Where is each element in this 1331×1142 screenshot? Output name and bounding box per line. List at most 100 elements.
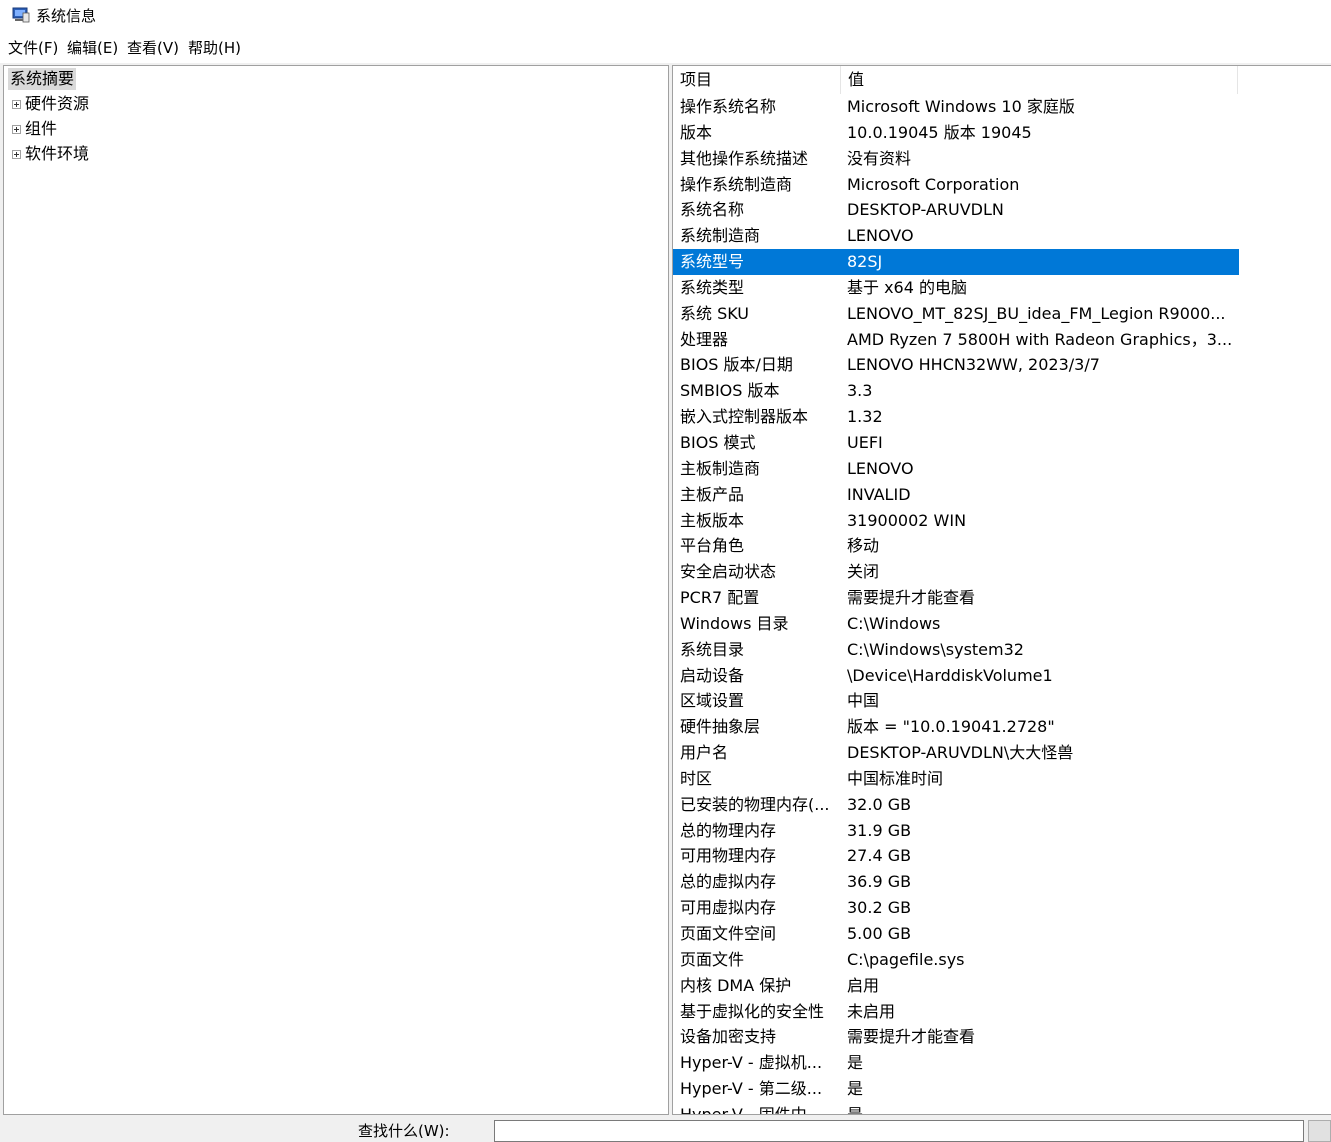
table-row[interactable]: 已安装的物理内存(... 32.0 GB (673, 792, 1239, 818)
table-row[interactable]: Hyper-V - 虚拟机... 是 (673, 1050, 1239, 1076)
table-row[interactable]: 处理器 AMD Ryzen 7 5800H with Radeon Graphic… (673, 327, 1239, 353)
expand-plus-icon[interactable] (12, 125, 21, 134)
category-tree: 系统摘要 硬件资源 组件 软件环境 (3, 65, 669, 1115)
table-row[interactable]: 主板产品 INVALID (673, 482, 1239, 508)
table-row[interactable]: 用户名 DESKTOP-ARUVDLN\大大怪兽 (673, 740, 1239, 766)
table-row[interactable]: 时区 中国标准时间 (673, 766, 1239, 792)
row-item-value: AMD Ryzen 7 5800H with Radeon Graphics，3… (847, 329, 1233, 349)
find-bar: 查找什么(W): (0, 1116, 1331, 1142)
menu-file[interactable]: 文件(F) (6, 39, 60, 57)
table-row[interactable]: 平台角色 移动 (673, 533, 1239, 559)
tree-item-components[interactable]: 组件 (25, 118, 57, 140)
menu-view[interactable]: 查看(V) (125, 39, 181, 57)
find-input[interactable] (494, 1120, 1304, 1142)
table-row[interactable]: 基于虚拟化的安全性 未启用 (673, 999, 1239, 1025)
row-item-value: 需要提升才能查看 (847, 588, 976, 608)
split-container: 系统摘要 硬件资源 组件 软件环境 项目 值 操作系统名称 Microsoft W… (0, 63, 1331, 1116)
table-row[interactable]: 设备加密支持 需要提升才能查看 (673, 1024, 1239, 1050)
row-item-name: 安全启动状态 (680, 562, 777, 582)
row-item-name: Hyper-V - 固件中... (680, 1104, 823, 1115)
table-row[interactable]: 页面文件空间 5.00 GB (673, 921, 1239, 947)
title-bar[interactable]: 系统信息 (0, 0, 1331, 34)
row-item-value: 中国标准时间 (847, 768, 944, 788)
table-row[interactable]: PCR7 配置 需要提升才能查看 (673, 585, 1239, 611)
table-row[interactable]: 总的物理内存 31.9 GB (673, 818, 1239, 844)
table-row[interactable]: 可用物理内存 27.4 GB (673, 843, 1239, 869)
row-item-name: 系统名称 (680, 200, 745, 220)
system-info-window: 系统信息 文件(F) 编辑(E) 查看(V) 帮助(H) 系统摘要 硬件资源 组… (0, 0, 1331, 1142)
table-row[interactable]: Hyper-V - 第二级... 是 (673, 1076, 1239, 1102)
row-item-name: 操作系统名称 (680, 97, 777, 116)
row-item-name: 嵌入式控制器版本 (680, 407, 809, 427)
row-item-name: 主板版本 (680, 510, 745, 530)
table-row[interactable]: 内核 DMA 保护 启用 (673, 973, 1239, 999)
row-item-value: 需要提升才能查看 (847, 1027, 976, 1047)
table-row[interactable]: 嵌入式控制器版本 1.32 (673, 404, 1239, 430)
table-row[interactable]: 硬件抽象层 版本 = "10.0.19041.2728" (673, 714, 1239, 740)
table-row[interactable]: 操作系统制造商 Microsoft Corporation (673, 172, 1239, 198)
row-item-value: Microsoft Windows 10 家庭版 (847, 97, 1075, 116)
tree-item-system-summary[interactable]: 系统摘要 (8, 68, 77, 90)
table-row[interactable]: 安全启动状态 关闭 (673, 559, 1239, 585)
row-item-name: 页面文件空间 (680, 924, 777, 943)
row-item-name: Hyper-V - 虚拟机... (680, 1053, 823, 1073)
row-item-value: 1.32 (847, 407, 883, 427)
row-item-name: 区域设置 (680, 691, 745, 711)
find-label: 查找什么(W): (358, 1122, 450, 1140)
row-item-value: 关闭 (847, 562, 880, 582)
row-item-name: PCR7 配置 (680, 588, 760, 608)
table-row[interactable]: 可用虚拟内存 30.2 GB (673, 895, 1239, 921)
table-row[interactable]: 操作系统名称 Microsoft Windows 10 家庭版 (673, 94, 1239, 120)
table-row[interactable]: 系统类型 基于 x64 的电脑 (673, 275, 1239, 301)
table-row[interactable]: 启动设备 \Device\HarddiskVolume1 (673, 663, 1239, 689)
table-row[interactable]: 系统型号 82SJ (673, 249, 1239, 275)
tree-item-software-environment[interactable]: 软件环境 (25, 143, 89, 165)
row-item-value: 27.4 GB (847, 846, 912, 866)
table-row[interactable]: 页面文件 C:\pagefile.sys (673, 947, 1239, 973)
row-item-value: LENOVO HHCN32WW, 2023/3/7 (847, 355, 1100, 375)
menu-bar: 文件(F) 编辑(E) 查看(V) 帮助(H) (0, 36, 1331, 62)
expand-plus-icon[interactable] (12, 100, 21, 109)
row-item-value: 5.00 GB (847, 924, 912, 943)
table-row[interactable]: 主板制造商 LENOVO (673, 456, 1239, 482)
table-row[interactable]: BIOS 版本/日期 LENOVO HHCN32WW, 2023/3/7 (673, 352, 1239, 378)
column-divider[interactable] (1237, 66, 1238, 94)
table-row[interactable]: 系统 SKU LENOVO_MT_82SJ_BU_idea_FM_Legion R… (673, 301, 1239, 327)
column-header-item[interactable]: 项目 (673, 66, 840, 94)
table-row[interactable]: SMBIOS 版本 3.3 (673, 378, 1239, 404)
row-item-name: 主板产品 (680, 484, 745, 504)
table-row[interactable]: 区域设置 中国 (673, 688, 1239, 714)
row-item-value: 是 (847, 1104, 864, 1115)
row-item-value: 是 (847, 1053, 864, 1073)
row-item-name: 硬件抽象层 (680, 717, 761, 737)
table-row[interactable]: 总的虚拟内存 36.9 GB (673, 869, 1239, 895)
find-button[interactable] (1308, 1120, 1331, 1142)
row-item-name: 平台角色 (680, 536, 745, 556)
row-item-name: 页面文件 (680, 949, 745, 969)
row-item-name: 总的虚拟内存 (680, 872, 777, 892)
menu-edit[interactable]: 编辑(E) (65, 39, 120, 57)
row-item-value: C:\pagefile.sys (847, 949, 965, 969)
table-row[interactable]: 系统名称 DESKTOP-ARUVDLN (673, 197, 1239, 223)
row-item-name: BIOS 版本/日期 (680, 355, 793, 375)
table-row[interactable]: 系统制造商 LENOVO (673, 223, 1239, 249)
table-row[interactable]: 主板版本 31900002 WIN (673, 508, 1239, 534)
row-item-value: DESKTOP-ARUVDLN\大大怪兽 (847, 743, 1074, 763)
menu-help[interactable]: 帮助(H) (186, 39, 243, 57)
table-row[interactable]: 其他操作系统描述 没有资料 (673, 146, 1239, 172)
expand-plus-icon[interactable] (12, 150, 21, 159)
tree-item-hardware-resources[interactable]: 硬件资源 (25, 93, 89, 115)
row-item-name: 基于虚拟化的安全性 (680, 1001, 825, 1021)
row-item-name: 已安装的物理内存(... (680, 794, 830, 814)
list-rows: 操作系统名称 Microsoft Windows 10 家庭版版本 10.0.190… (673, 94, 1239, 1115)
table-row[interactable]: Hyper-V - 固件中... 是 (673, 1102, 1239, 1115)
table-row[interactable]: BIOS 模式 UEFI (673, 430, 1239, 456)
table-row[interactable]: Windows 目录 C:\Windows (673, 611, 1239, 637)
row-item-value: 是 (847, 1079, 864, 1099)
column-header-value[interactable]: 值 (841, 66, 1237, 94)
row-item-value: 未启用 (847, 1001, 896, 1021)
table-row[interactable]: 版本 10.0.19045 版本 19045 (673, 120, 1239, 146)
row-item-value: 没有资料 (847, 148, 912, 168)
row-item-value: \Device\HarddiskVolume1 (847, 665, 1053, 685)
table-row[interactable]: 系统目录 C:\Windows\system32 (673, 637, 1239, 663)
